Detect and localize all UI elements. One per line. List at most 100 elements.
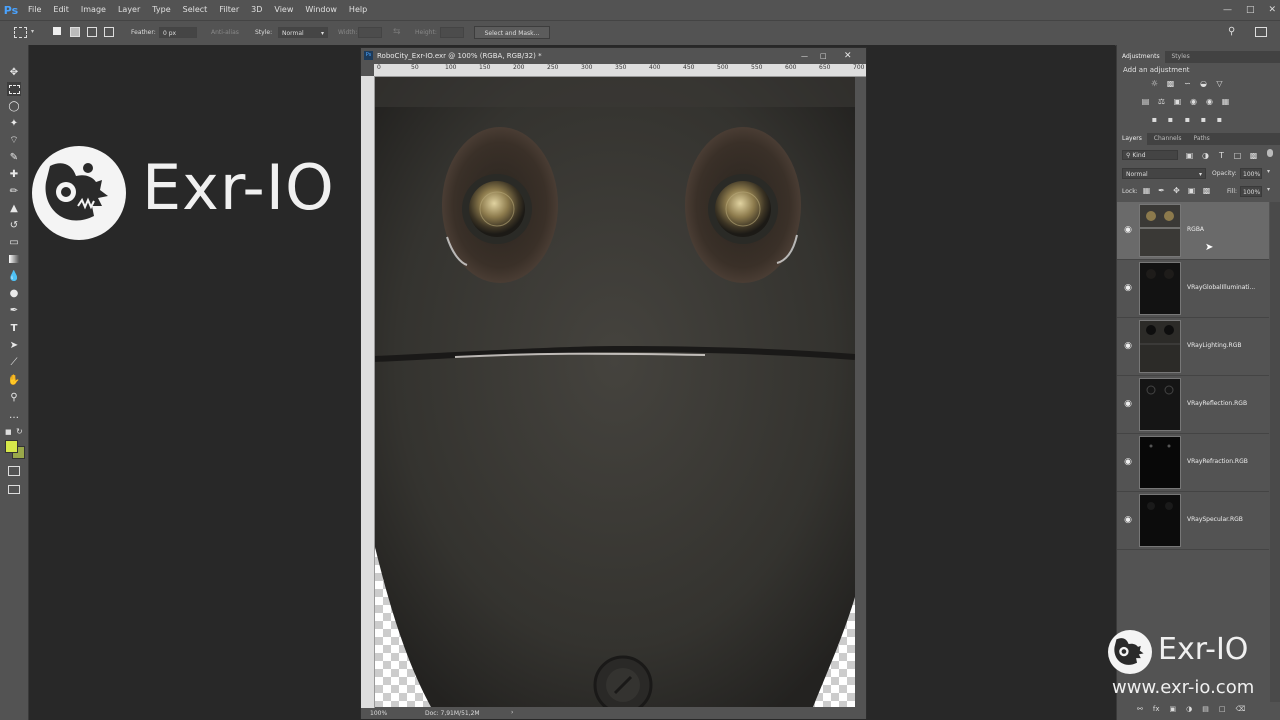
layer-kind-filter[interactable]: ⚲ Kind [1122,150,1178,160]
gradient-tool-icon[interactable] [7,252,21,266]
new-layer-icon[interactable]: □ [1219,705,1226,717]
lock-position-icon[interactable]: ✥ [1172,186,1181,195]
chevron-right-icon[interactable]: › [511,709,513,716]
layer-row-vraylighting[interactable]: ◉ VRayLighting.RGB [1117,318,1269,376]
history-brush-tool-icon[interactable]: ↺ [7,218,21,232]
width-input[interactable] [358,27,382,38]
color-lookup-icon[interactable]: ▦ [1221,97,1230,106]
tab-channels[interactable]: Channels [1149,133,1187,145]
layer-row-vrayglobalillumination[interactable]: ◉ VRayGlobalIlluminati... [1117,260,1269,318]
curves-icon[interactable]: ∽ [1183,79,1192,88]
threshold-icon[interactable]: ▪ [1183,115,1192,124]
lock-pixels-icon[interactable]: ✒ [1157,186,1166,195]
menu-3d[interactable]: 3D [245,0,268,20]
doc-minimize-icon[interactable]: — [801,48,808,64]
swap-icon[interactable]: ⇆ [393,27,401,37]
chevron-down-icon[interactable]: ▾ [1267,186,1270,193]
visibility-eye-icon[interactable]: ◉ [1122,398,1134,410]
healing-brush-tool-icon[interactable]: ✚ [7,167,21,181]
levels-icon[interactable]: ▩ [1166,79,1175,88]
filter-smart-object-icon[interactable]: ▩ [1249,151,1258,160]
layers-scrollbar[interactable] [1270,202,1280,702]
filter-adjustment-icon[interactable]: ◑ [1201,151,1210,160]
blur-tool-icon[interactable]: 💧 [7,269,21,283]
tab-adjustments[interactable]: Adjustments [1117,51,1165,63]
workspace-icon[interactable] [1255,27,1267,37]
menu-view[interactable]: View [268,0,299,20]
gradient-map-icon[interactable]: ▪ [1199,115,1208,124]
selective-color-icon[interactable]: ▪ [1215,115,1224,124]
tab-layers[interactable]: Layers [1117,133,1147,145]
antialias-label[interactable]: Anti-alias [211,29,239,36]
menu-help[interactable]: Help [343,0,373,20]
layer-row-rgba[interactable]: ◉ RGBA ➤ [1117,202,1269,260]
rectangular-marquee-tool-icon[interactable] [7,82,21,96]
filter-toggle[interactable] [1267,149,1273,157]
height-input[interactable] [440,27,464,38]
close-icon[interactable]: ✕ [1268,5,1276,15]
add-selection-icon[interactable] [70,27,80,37]
menu-window[interactable]: Window [299,0,343,20]
hue-saturation-icon[interactable]: ▤ [1141,97,1150,106]
vibrance-icon[interactable]: ▽ [1215,79,1224,88]
layer-row-vrayspecular[interactable]: ◉ VRaySpecular.RGB [1117,492,1269,550]
lasso-tool-icon[interactable]: ◯ [7,99,21,113]
default-colors-icon[interactable]: ■ [5,428,12,436]
image-canvas[interactable] [375,77,855,707]
lock-transparent-icon[interactable]: ▦ [1142,186,1151,195]
layer-row-vrayreflection[interactable]: ◉ VRayReflection.RGB [1117,376,1269,434]
menu-type[interactable]: Type [146,0,176,20]
add-mask-icon[interactable]: ▣ [1169,705,1176,717]
subtract-selection-icon[interactable] [87,27,97,37]
doc-maximize-icon[interactable]: □ [820,48,827,64]
visibility-eye-icon[interactable]: ◉ [1122,282,1134,294]
link-layers-icon[interactable]: ⚯ [1137,705,1143,717]
chevron-down-icon[interactable]: ▾ [31,28,34,35]
visibility-eye-icon[interactable]: ◉ [1122,340,1134,352]
eyedropper-tool-icon[interactable]: ✎ [7,150,21,164]
swap-colors-icon[interactable]: ↻ [16,427,23,436]
filter-type-icon[interactable]: T [1217,151,1226,160]
more-tools-icon[interactable]: … [7,408,21,422]
adjustment-layer-icon[interactable]: ◑ [1186,705,1192,717]
exposure-icon[interactable]: ◒ [1199,79,1208,88]
menu-filter[interactable]: Filter [213,0,245,20]
clone-stamp-tool-icon[interactable]: ▲ [7,201,21,215]
brightness-icon[interactable]: ☼ [1150,79,1159,88]
feather-input[interactable]: 0 px [159,27,197,38]
delete-layer-icon[interactable]: ⌫ [1235,705,1245,717]
chevron-down-icon[interactable]: ▾ [1267,168,1270,175]
zoom-tool-icon[interactable]: ⚲ [7,390,21,404]
menu-file[interactable]: File [22,0,47,20]
invert-icon[interactable]: ▪ [1150,115,1159,124]
dodge-tool-icon[interactable]: ● [7,286,21,300]
color-balance-icon[interactable]: ⚖ [1157,97,1166,106]
quick-mask-icon[interactable] [7,464,21,478]
lock-artboard-icon[interactable]: ▣ [1187,186,1196,195]
filter-shape-icon[interactable]: □ [1233,151,1242,160]
foreground-color-swatch[interactable] [5,440,18,453]
tab-paths[interactable]: Paths [1188,133,1214,145]
blend-mode-select[interactable]: Normal ▾ [1122,168,1206,179]
fill-input[interactable]: 100% [1240,186,1262,197]
screen-mode-icon[interactable] [7,482,21,496]
doc-close-icon[interactable]: ✕ [844,48,852,64]
photo-filter-icon[interactable]: ◉ [1189,97,1198,106]
crop-tool-icon[interactable]: ⌔ [7,133,21,147]
brush-tool-icon[interactable]: ✏ [7,184,21,198]
posterize-icon[interactable]: ▪ [1166,115,1175,124]
layer-row-vrayrefraction[interactable]: ◉ VRayRefraction.RGB [1117,434,1269,492]
hand-tool-icon[interactable]: ✋ [7,373,21,387]
filter-pixel-icon[interactable]: ▣ [1185,151,1194,160]
tab-styles[interactable]: Styles [1167,51,1195,63]
pen-tool-icon[interactable]: ✒ [7,303,21,317]
select-and-mask-button[interactable]: Select and Mask... [474,26,550,39]
line-tool-icon[interactable]: ⟋ [7,355,21,369]
minimize-icon[interactable]: — [1223,5,1232,15]
fx-icon[interactable]: fx [1153,705,1160,717]
menu-layer[interactable]: Layer [112,0,146,20]
zoom-level[interactable]: 100% [370,710,387,717]
menu-edit[interactable]: Edit [47,0,75,20]
marquee-tool-preset-icon[interactable] [14,27,27,38]
maximize-icon[interactable]: □ [1246,5,1255,15]
